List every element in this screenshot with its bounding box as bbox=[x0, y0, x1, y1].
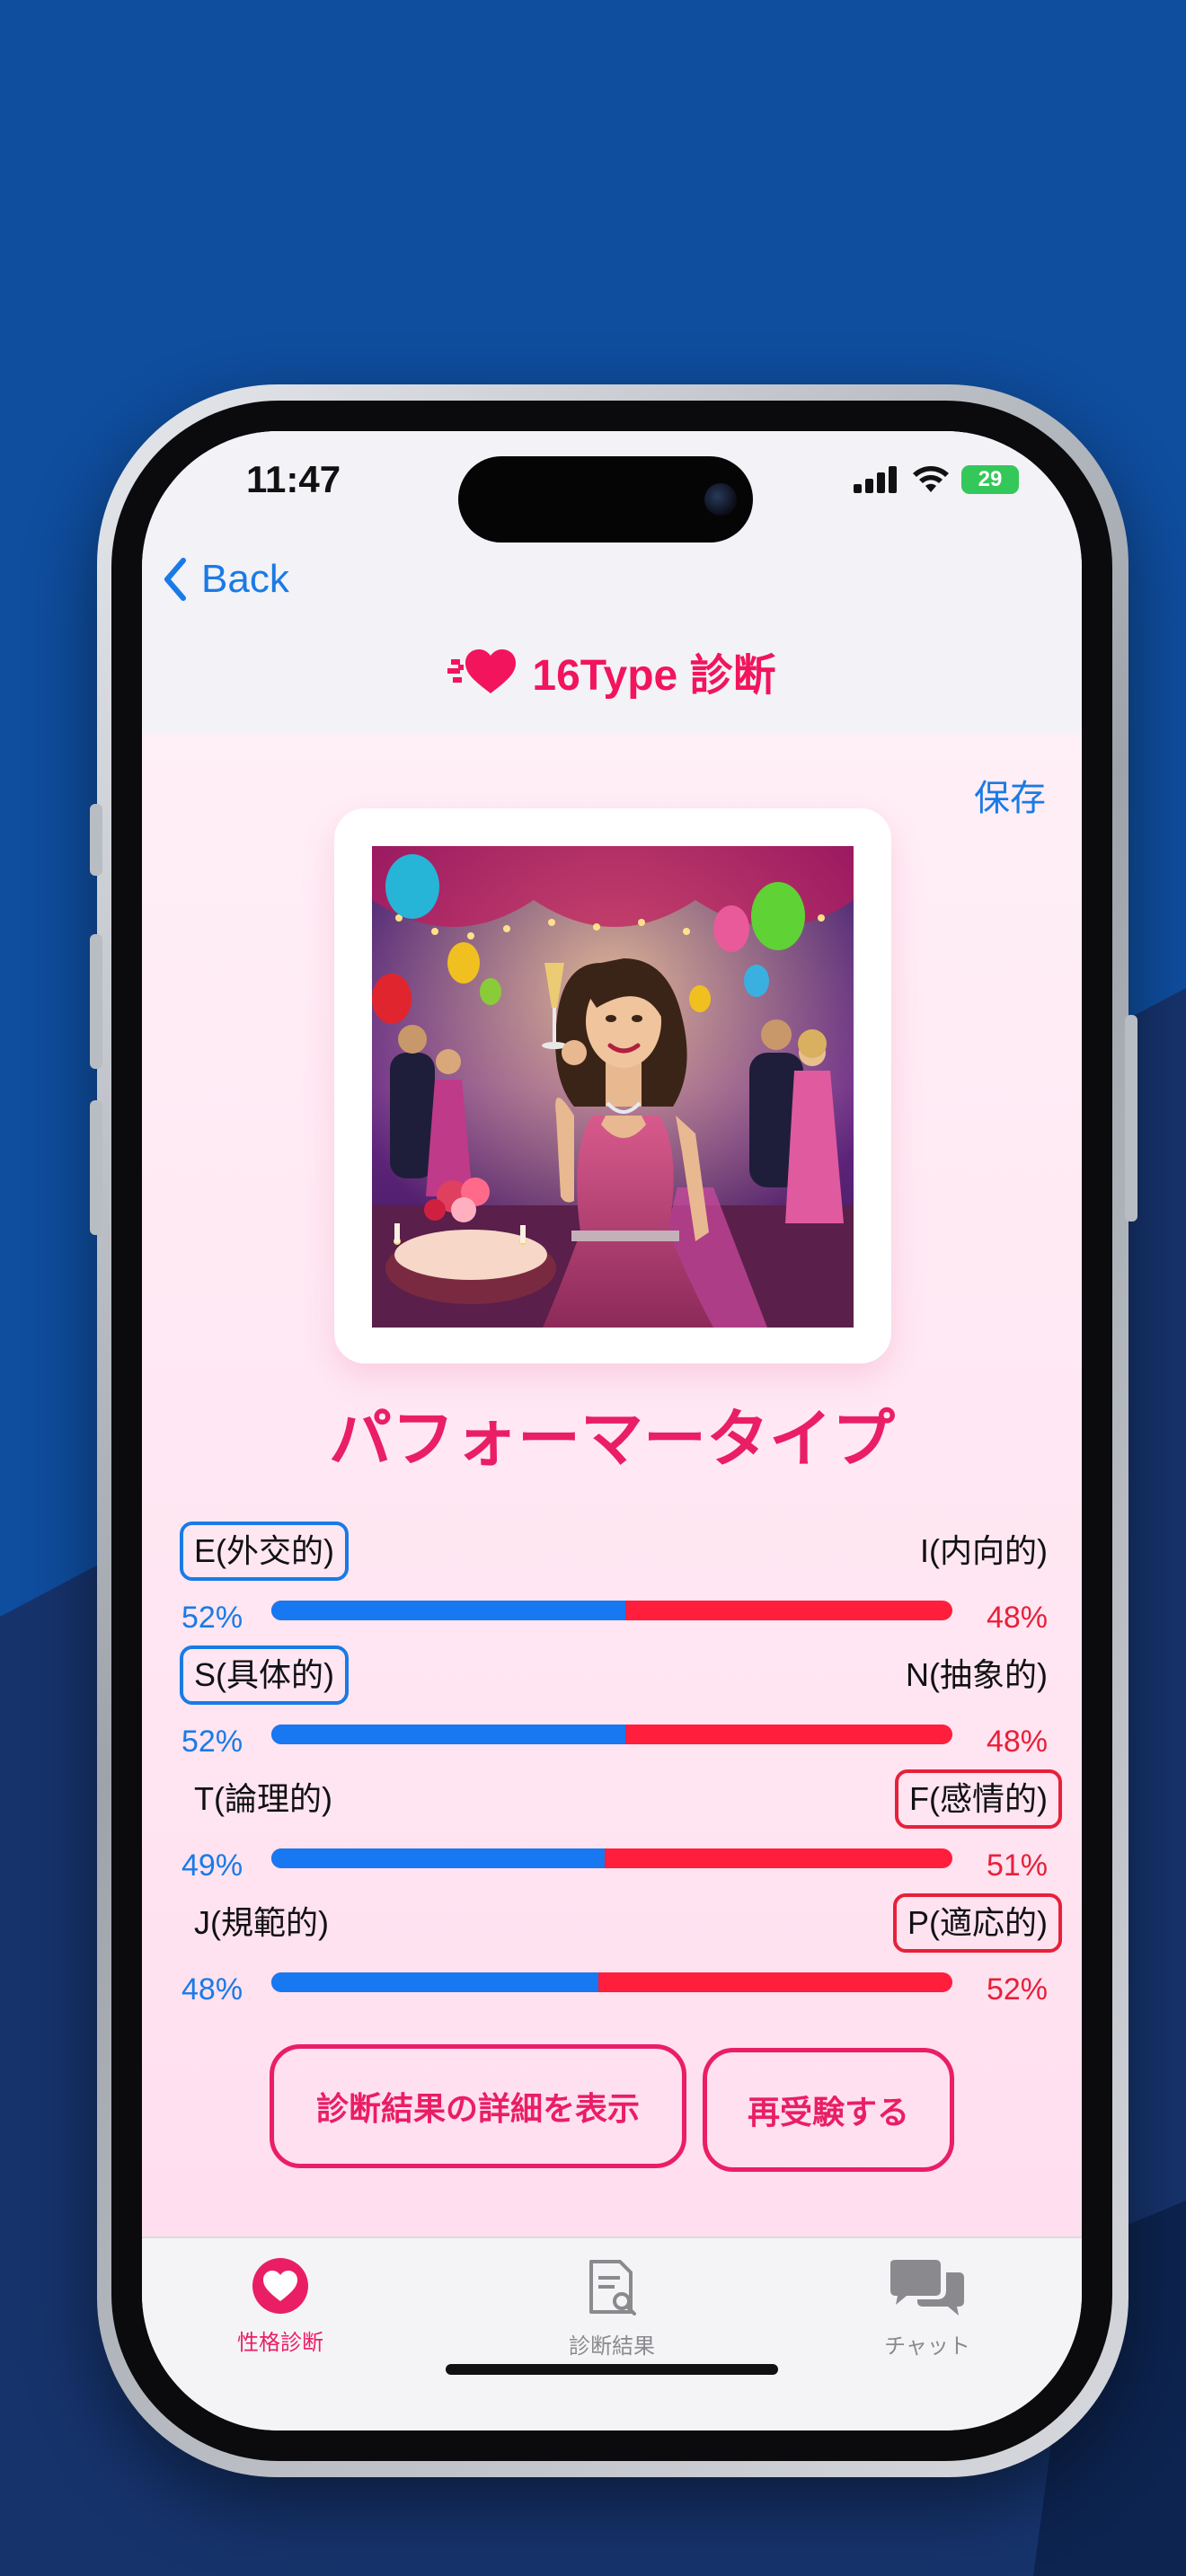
trait-left-label: T(論理的) bbox=[194, 1780, 332, 1817]
chat-bubbles-icon bbox=[890, 2260, 964, 2316]
trait-ratio-fill bbox=[271, 1972, 598, 1992]
retake-button[interactable]: 再受験する bbox=[703, 2048, 954, 2172]
volume-up-button bbox=[90, 934, 102, 1069]
tab-results[interactable]: 診断結果 bbox=[513, 2258, 711, 2360]
save-button[interactable]: 保存 bbox=[974, 769, 1046, 821]
heart-icon bbox=[252, 2258, 308, 2314]
trait-right-percent: 52% bbox=[986, 1972, 1048, 2007]
status-icons: 29 bbox=[854, 465, 1019, 494]
trait-left-percent: 52% bbox=[181, 1601, 243, 1635]
camera-icon bbox=[704, 483, 737, 516]
trait-left-percent: 48% bbox=[181, 1972, 243, 2007]
back-button[interactable]: Back bbox=[162, 557, 289, 602]
trait-right-percent: 48% bbox=[986, 1725, 1048, 1759]
trait-right-percent: 48% bbox=[986, 1601, 1048, 1635]
document-search-icon bbox=[589, 2260, 636, 2316]
dynamic-island bbox=[458, 456, 753, 543]
show-detail-button[interactable]: 診断結果の詳細を表示 bbox=[270, 2044, 686, 2168]
app-title: 16Type 診断 bbox=[142, 640, 1082, 702]
trait-ratio-fill bbox=[271, 1601, 626, 1620]
trait-left-percent: 52% bbox=[181, 1725, 243, 1759]
action-button bbox=[90, 804, 102, 876]
trait-left-label: E(外交的) bbox=[180, 1522, 349, 1581]
trait-ratio-fill bbox=[271, 1725, 626, 1744]
home-indicator bbox=[446, 2364, 778, 2375]
tab-label: チャット bbox=[884, 2333, 970, 2359]
trait-left-percent: 49% bbox=[181, 1848, 243, 1883]
trait-right-percent: 51% bbox=[986, 1848, 1048, 1883]
trait-right-label: F(感情的) bbox=[895, 1769, 1062, 1829]
trait-left-label: J(規範的) bbox=[194, 1904, 329, 1941]
trait-ratio-bar bbox=[271, 1972, 952, 1992]
app-title-text: 16Type 診断 bbox=[532, 652, 776, 700]
chevron-left-icon bbox=[164, 558, 186, 601]
heart-icon bbox=[447, 649, 517, 693]
tab-personality[interactable]: 性格診断 bbox=[181, 2258, 379, 2356]
volume-down-button bbox=[90, 1100, 102, 1235]
tab-label: 性格診断 bbox=[237, 2330, 323, 2355]
result-image-card bbox=[334, 808, 891, 1363]
trait-ratio-fill bbox=[271, 1848, 606, 1868]
trait-ratio-bar bbox=[271, 1725, 952, 1744]
tab-label: 診断結果 bbox=[569, 2333, 655, 2359]
tab-bar: 性格診断 診断結果 チャット bbox=[142, 2236, 1082, 2430]
result-type-name: パフォーマータイプ bbox=[329, 1404, 895, 1474]
trait-right-label: P(適応的) bbox=[893, 1893, 1062, 1953]
trait-ratio-bar bbox=[271, 1848, 952, 1868]
trait-right-label: I(内向的) bbox=[920, 1532, 1048, 1569]
wifi-icon bbox=[913, 466, 949, 492]
power-button bbox=[1125, 1015, 1137, 1222]
status-time: 11:47 bbox=[246, 458, 341, 500]
party-woman-illustration bbox=[372, 846, 854, 1328]
back-label: Back bbox=[201, 557, 289, 601]
phone-screen: 11:47 29 Back 16Type 診断 保存 パフォーマータイプ E(外… bbox=[142, 431, 1082, 2430]
battery-level: 29 bbox=[978, 467, 1003, 491]
signal-icon bbox=[854, 466, 897, 493]
navigation-header: 11:47 29 Back 16Type 診断 bbox=[142, 431, 1082, 733]
trait-ratio-bar bbox=[271, 1601, 952, 1620]
tab-chat[interactable]: チャット bbox=[828, 2258, 1026, 2360]
battery-charging-icon: 29 bbox=[961, 465, 1019, 494]
trait-right-label: N(抽象的) bbox=[906, 1656, 1048, 1693]
trait-left-label: S(具体的) bbox=[180, 1645, 349, 1705]
